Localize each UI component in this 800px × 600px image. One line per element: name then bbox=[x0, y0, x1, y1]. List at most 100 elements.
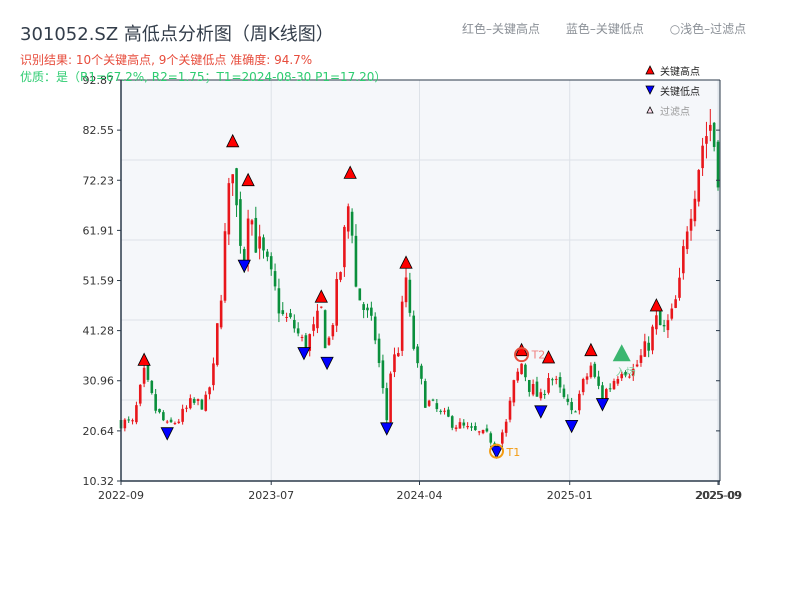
candle-body bbox=[532, 384, 535, 394]
candle-body bbox=[697, 170, 700, 202]
candle-body bbox=[351, 212, 354, 236]
candle-body bbox=[509, 401, 512, 420]
candle-body bbox=[185, 408, 188, 409]
candle-body bbox=[332, 325, 335, 336]
candle-body bbox=[470, 426, 473, 427]
candle-body bbox=[316, 311, 319, 328]
candle-body bbox=[593, 364, 596, 377]
candle-body bbox=[555, 379, 558, 380]
candle-body bbox=[459, 422, 462, 428]
candle-body bbox=[478, 431, 481, 432]
candle-body bbox=[713, 123, 716, 147]
candle-body bbox=[266, 252, 269, 257]
candle-body bbox=[362, 304, 365, 310]
candle-body bbox=[301, 337, 304, 338]
candle-body bbox=[520, 364, 523, 374]
candle-body bbox=[644, 341, 647, 356]
candle-body bbox=[143, 368, 146, 384]
quality-summary: 优质：是（R1=67.2%, R2=1.75；T1=2024-08-30 P1=… bbox=[20, 68, 386, 85]
candle-body bbox=[613, 381, 616, 389]
candle-body bbox=[258, 236, 261, 248]
candle-body bbox=[366, 308, 369, 311]
candle-body bbox=[220, 301, 223, 328]
candle-body bbox=[189, 398, 192, 408]
candle-body bbox=[663, 325, 666, 326]
candle-body bbox=[570, 402, 573, 410]
candle-body bbox=[451, 416, 454, 428]
candle-body bbox=[647, 343, 650, 351]
candle-body bbox=[455, 427, 458, 428]
candle-body bbox=[678, 278, 681, 298]
candle-body bbox=[370, 308, 373, 316]
candle-body bbox=[705, 136, 708, 144]
legend-filtered-label: 过滤点 bbox=[660, 105, 690, 118]
candle-body bbox=[486, 428, 489, 431]
x-tick-label: 2022-09 bbox=[98, 489, 144, 502]
y-tick-label: 41.28 bbox=[83, 325, 115, 338]
candle-body bbox=[278, 288, 281, 313]
candle-body bbox=[474, 426, 477, 430]
candle-body bbox=[659, 311, 662, 325]
candle-body bbox=[563, 389, 566, 397]
candle-body bbox=[513, 380, 516, 402]
candle-body bbox=[409, 280, 412, 313]
candle-body bbox=[447, 410, 450, 417]
candle-body bbox=[262, 237, 265, 250]
candle-body bbox=[135, 405, 138, 422]
candle-body bbox=[166, 422, 169, 423]
candle-body bbox=[462, 423, 465, 426]
candle-body bbox=[324, 310, 327, 348]
y-tick-label: 10.32 bbox=[83, 475, 115, 488]
y-tick-label: 20.64 bbox=[83, 425, 115, 438]
candle-body bbox=[436, 403, 439, 409]
candle-body bbox=[170, 420, 173, 422]
candle-body bbox=[559, 377, 562, 387]
candle-body bbox=[385, 388, 388, 420]
candle-body bbox=[401, 302, 404, 351]
candle-body bbox=[489, 433, 492, 442]
candle-body bbox=[547, 378, 550, 393]
candle-body bbox=[590, 366, 593, 378]
candle-body bbox=[127, 419, 130, 420]
candle-body bbox=[709, 125, 712, 131]
candle-body bbox=[543, 394, 546, 395]
candle-body bbox=[528, 380, 531, 392]
candle-body bbox=[397, 353, 400, 356]
candlestick-chart: T1T2入场 92.8782.5572.2361.9151.5941.2830.… bbox=[0, 0, 800, 600]
candle-body bbox=[667, 320, 670, 330]
candle-body bbox=[443, 411, 446, 412]
candle-body bbox=[154, 394, 157, 411]
candle-body bbox=[389, 374, 392, 423]
candle-body bbox=[640, 355, 643, 363]
candle-body bbox=[536, 382, 539, 397]
candle-body bbox=[374, 317, 377, 341]
candle-body bbox=[524, 365, 527, 378]
candle-body bbox=[674, 299, 677, 308]
legend-high-triangle-icon bbox=[646, 66, 654, 74]
candle-body bbox=[655, 315, 658, 329]
y-tick-label: 51.59 bbox=[83, 275, 115, 288]
candle-body bbox=[501, 432, 504, 443]
candle-body bbox=[255, 218, 258, 253]
candle-body bbox=[228, 183, 231, 234]
candle-body bbox=[670, 309, 673, 319]
candle-body bbox=[312, 324, 315, 331]
candle-body bbox=[686, 232, 689, 250]
candle-body bbox=[293, 320, 296, 328]
candle-body bbox=[701, 146, 704, 168]
candle-body bbox=[516, 372, 519, 381]
candle-body bbox=[247, 219, 250, 264]
candle-body bbox=[335, 279, 338, 326]
y-tick-label: 72.23 bbox=[83, 174, 115, 187]
candle-body bbox=[328, 338, 331, 345]
candle-body bbox=[139, 385, 142, 404]
candle-body bbox=[193, 399, 196, 403]
y-tick-label: 61.91 bbox=[83, 224, 115, 237]
candle-body bbox=[439, 411, 442, 412]
candle-body bbox=[636, 365, 639, 367]
x-tick-label: 2025-09 bbox=[696, 489, 742, 502]
candle-body bbox=[174, 423, 177, 424]
candle-body bbox=[682, 246, 685, 273]
candle-body bbox=[578, 394, 581, 410]
candle-body bbox=[162, 412, 165, 420]
